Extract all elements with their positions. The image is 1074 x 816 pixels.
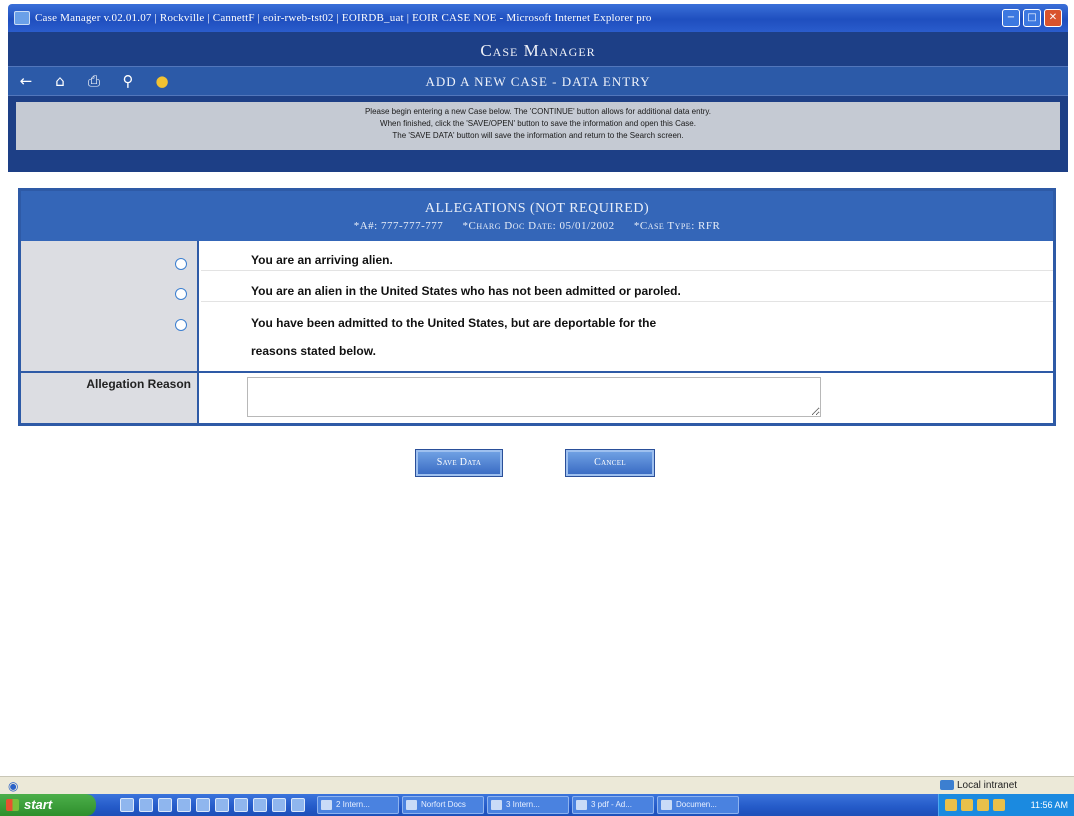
allegations-panel: ALLEGATIONS (NOT REQUIRED) *A#: 777-777-… [18, 188, 1056, 426]
allegation-reason-row: Allegation Reason [21, 371, 1053, 423]
maximize-icon[interactable]: □ [1023, 9, 1041, 27]
browser-status-bar: ◉ Local intranet [0, 776, 1074, 794]
option-label-not-admitted: You are an alien in the United States wh… [251, 284, 681, 298]
page-heading: ADD A NEW CASE - DATA ENTRY [425, 74, 651, 89]
close-icon[interactable]: ✕ [1044, 9, 1062, 27]
option-divider [201, 301, 1053, 302]
quick-launch-icon[interactable] [158, 798, 172, 812]
intranet-icon [940, 780, 954, 791]
option-radio-deportable[interactable] [175, 319, 187, 331]
quick-launch-bar [120, 798, 305, 812]
security-zone: Local intranet [940, 780, 1017, 791]
option-divider [201, 270, 1053, 271]
cancel-button[interactable]: Cancel [566, 450, 654, 476]
windows-logo-icon [6, 799, 19, 811]
minimize-icon[interactable]: − [1002, 9, 1020, 27]
tray-icon[interactable] [993, 799, 1005, 811]
save-data-button[interactable]: Save Data [416, 450, 502, 476]
ie-app-icon [14, 11, 30, 25]
tray-icon[interactable] [977, 799, 989, 811]
page-status-icon: ◉ [8, 779, 19, 793]
quick-launch-icon[interactable] [139, 798, 153, 812]
charg-doc-date: *Charg Doc Date: 05/01/2002 [462, 220, 615, 232]
zone-label: Local intranet [957, 780, 1018, 791]
allegations-title: ALLEGATIONS (NOT REQUIRED) [424, 201, 650, 216]
start-label: start [24, 797, 53, 812]
option-label-deportable-cont: reasons stated below. [251, 344, 376, 358]
taskbar-task[interactable]: Documen... [657, 796, 739, 814]
option-label-arriving-alien: You are an arriving alien. [251, 253, 393, 267]
options-radio-column [21, 241, 199, 371]
quick-launch-icon[interactable] [234, 798, 248, 812]
windows-taskbar: start 2 Intern... Norfort Docs 3 Intern.… [0, 794, 1074, 816]
instructions-box: Please begin entering a new Case below. … [16, 102, 1060, 150]
app-header: Case Manager ← ⌂ ⎙ ⚲ ● ADD A NEW CASE - … [8, 32, 1068, 172]
option-radio-not-admitted[interactable] [175, 288, 187, 300]
quick-launch-icon[interactable] [215, 798, 229, 812]
tray-icon[interactable] [945, 799, 957, 811]
instruction-line: The 'SAVE DATA' button will save the inf… [392, 131, 684, 140]
option-radio-arriving-alien[interactable] [175, 258, 187, 270]
taskbar-task[interactable]: 3 Intern... [487, 796, 569, 814]
allegation-reason-label: Allegation Reason [21, 373, 199, 423]
a-number: *A#: 777-777-777 [353, 220, 444, 232]
taskbar-task[interactable]: Norfort Docs [402, 796, 484, 814]
quick-launch-icon[interactable] [291, 798, 305, 812]
allegation-reason-input[interactable] [247, 377, 821, 417]
instruction-line: Please begin entering a new Case below. … [364, 107, 712, 116]
window-controls: − □ ✕ [1002, 9, 1062, 27]
quick-launch-icon[interactable] [120, 798, 134, 812]
option-label-deportable: You have been admitted to the United Sta… [251, 316, 657, 330]
quick-launch-icon[interactable] [272, 798, 286, 812]
start-button[interactable]: start [0, 794, 96, 816]
system-tray: 11:56 AM [938, 794, 1074, 816]
instruction-line: When finished, click the 'SAVE/OPEN' but… [380, 119, 696, 128]
quick-launch-icon[interactable] [177, 798, 191, 812]
tray-icon[interactable] [961, 799, 973, 811]
app-title: Case Manager [480, 41, 596, 60]
window-title: Case Manager v.02.01.07 | Rockville | Ca… [35, 12, 652, 24]
nav-row: ← ⌂ ⎙ ⚲ ● ADD A NEW CASE - DATA ENTRY [8, 66, 1068, 96]
case-type: *Case Type: RFR [633, 220, 721, 232]
allegation-options: You are an arriving alien. You are an al… [21, 241, 1053, 371]
taskbar-task[interactable]: 2 Intern... [317, 796, 399, 814]
taskbar-task[interactable]: 3 pdf - Ad... [572, 796, 654, 814]
task-buttons: 2 Intern... Norfort Docs 3 Intern... 3 p… [317, 796, 739, 814]
quick-launch-icon[interactable] [196, 798, 210, 812]
case-meta: *A#: 777-777-777 *Charg Doc Date: 05/01/… [21, 220, 1053, 232]
allegations-header: ALLEGATIONS (NOT REQUIRED) *A#: 777-777-… [21, 191, 1053, 241]
quick-launch-icon[interactable] [253, 798, 267, 812]
window-title-bar: Case Manager v.02.01.07 | Rockville | Ca… [8, 4, 1068, 32]
taskbar-clock: 11:56 AM [1030, 800, 1068, 810]
